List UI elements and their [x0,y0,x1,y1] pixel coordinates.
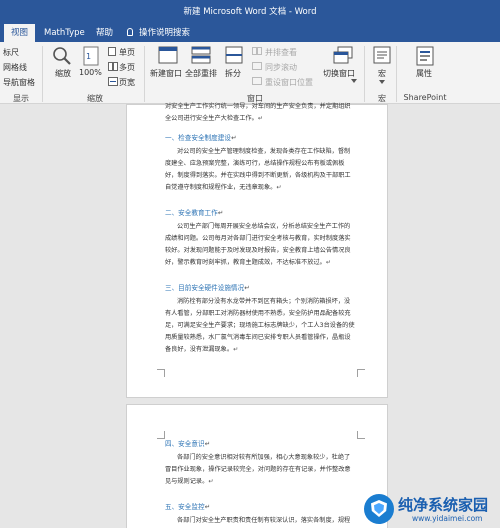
title-bar: 新建 Microsoft Word 文档 - Word [0,0,500,20]
chevron-down-icon [379,80,385,84]
section-heading: 三、目前安全硬件设施情况↵ [165,284,250,292]
section-paragraph: 对公司的安全生产管理制度检查，发现各类存在工作缺陷，督制度建全、应急预案完整，演… [165,148,351,191]
ribbon: 标尺 网格线 导航窗格 显示 缩放 1 100% 单页 多页 页宽 缩放 新建窗… [0,42,500,104]
group-separator [144,46,145,102]
shield-logo-icon [364,494,394,524]
side-by-side-icon [252,47,262,55]
gridlines-checkbox[interactable]: 网格线 [3,62,27,73]
zoom-button-label: 缩放 [55,69,71,78]
group-zoom-label: 缩放 [87,94,103,103]
watermark-url: www.yidaimei.com [412,514,483,523]
group-separator [396,46,397,102]
ribbon-tabs: 视图 MathType 帮助 操作说明搜索 [0,20,500,42]
paragraph-top: 全公司进行安全生产大检查工作。↵ [165,115,263,122]
side-by-side-button[interactable]: 并排查看 [265,47,297,58]
window-title: 新建 Microsoft Word 文档 - Word [183,7,317,17]
margin-corner-mark [357,431,365,439]
multi-page-icon [108,62,118,71]
properties-button[interactable]: 属性 [416,68,432,79]
tell-me-search[interactable]: 操作说明搜索 [120,24,197,42]
group-separator [364,46,365,102]
page-width-button[interactable]: 页宽 [119,77,135,88]
section-heading: 五、安全监控↵ [165,503,211,511]
watermark-brand: 纯净系统家园 [398,496,489,514]
tab-mathtype[interactable]: MathType [37,24,92,42]
paragraph-top: 对安全生产工作实行统一领导，对车间的生产安全负责，并定期组织 [165,103,351,110]
macros-icon[interactable] [373,46,391,64]
document-page-1[interactable]: 对安全生产工作实行统一领导，对车间的生产安全负责，并定期组织 全公司进行安全生产… [126,103,388,398]
zoom-100-button[interactable]: 100% [79,68,102,77]
section-paragraph: 各部门的安全意识相对较有所加强，相心大意现象较少，杜绝了冒目作业现象，操作记录较… [165,454,351,485]
nav-pane-checkbox[interactable]: 导航窗格 [3,77,35,88]
margin-corner-mark [157,431,165,439]
section-paragraph: 各部门对安全生产职责和责任制有较深认识，落实各制度，规程的自 [177,517,351,524]
one-page-icon [108,47,116,56]
ruler-checkbox[interactable]: 标尺 [3,47,19,58]
section-heading: 二、安全教育工作↵ [165,209,224,217]
split-button[interactable]: 拆分 [225,68,241,79]
sync-scroll-icon [252,62,262,70]
margin-corner-mark [157,369,165,377]
lightbulb-icon [127,28,133,36]
tab-view[interactable]: 视图 [4,24,36,42]
section-paragraph: 消防栓有部分没有水龙带并不到区有箱头；个别消防箱损坏，没有人看管，分部职工对消防… [165,298,355,353]
one-page-button[interactable]: 单页 [119,47,135,58]
reset-position-button[interactable]: 重设窗口位置 [265,77,313,88]
document-page-2[interactable]: 四、安全意识↵ 各部门的安全意识相对较有所加强，相心大意现象较少，杜绝了冒目作业… [126,404,388,528]
section-paragraph: 公司生产部门每周开展安全总结会议，分析总结安全生产工作的成绩和问题。公司每月对各… [165,223,351,266]
arrange-all-icon[interactable] [191,46,211,64]
chevron-down-icon [351,79,357,83]
arrange-all-button[interactable]: 全部重排 [185,68,217,79]
group-show-label: 显示 [13,94,29,103]
section-heading: 四、安全意识↵ [165,440,211,448]
properties-icon[interactable] [416,46,434,66]
new-window-icon[interactable] [158,46,178,64]
split-icon[interactable] [225,46,243,64]
site-watermark: 纯净系统家园 www.yidaimei.com [364,492,496,526]
multi-page-button[interactable]: 多页 [119,62,135,73]
sync-scroll-button[interactable]: 同步滚动 [265,62,297,73]
new-window-button[interactable]: 新建窗口 [150,68,182,79]
zoom-100-icon[interactable]: 1 [83,46,99,66]
switch-windows-icon[interactable] [333,46,353,64]
section-heading: 一、检查安全制度建设↵ [165,134,237,142]
group-macros-label: 宏 [378,94,386,103]
reset-position-icon [252,77,262,85]
margin-corner-mark [357,369,365,377]
group-sharepoint-label: SharePoint [403,93,447,102]
switch-windows-button[interactable]: 切换窗口 [323,68,355,79]
page-width-icon [108,77,118,86]
macros-button[interactable]: 宏 [378,68,386,79]
svg-text:1: 1 [86,52,91,61]
zoom-icon[interactable] [52,46,72,66]
group-separator [42,46,43,102]
tab-help[interactable]: 帮助 [89,24,120,42]
